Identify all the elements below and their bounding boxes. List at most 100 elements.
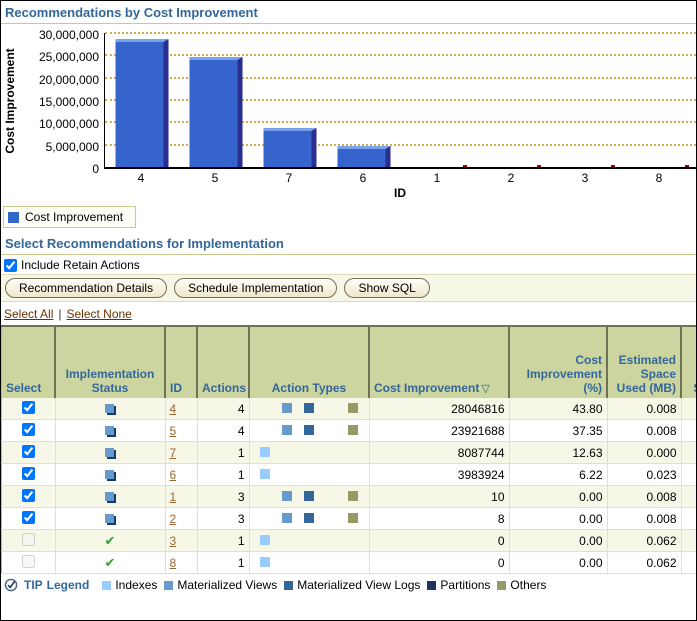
x-axis-ticks: 45761238 [104,169,696,186]
page-title: Recommendations by Cost Improvement [1,1,696,22]
cost-improvement-cell: 3983924 [369,464,509,486]
action-types-cell [249,398,369,420]
action-type-slot [276,534,298,548]
implementation-status-cell [55,508,165,530]
cost-improvement-chart: Cost Improvement 05,000,00010,000,00015,… [1,24,696,202]
select-all-link[interactable]: Select All [4,307,53,321]
others-icon [348,491,358,501]
others-swatch-icon [497,581,506,590]
action-type-slot [320,468,342,482]
chart-category-2 [474,33,548,167]
tip-item-materialized-view-logs: Materialized View Logs [284,578,420,592]
implementation-status-cell: ✔ [55,552,165,574]
action-type-slot [254,556,276,570]
action-type-slot [342,556,364,570]
not-implemented-icon [105,492,114,501]
id-cell: 3 [165,530,197,552]
chart-category-1 [401,33,475,167]
row-select-checkbox[interactable] [22,467,35,480]
cost-improvement-cell: 28046816 [369,398,509,420]
x-tick-label: 5 [178,169,252,186]
not-implemented-icon [105,514,114,523]
x-tick-label: 6 [326,169,400,186]
tip-legend-items: IndexesMaterialized ViewsMaterialized Vi… [95,578,546,593]
action-type-slot [320,556,342,570]
recommendation-id-link[interactable]: 6 [170,468,177,482]
x-tick-label: 7 [252,169,326,186]
recommendation-id-link[interactable]: 8 [170,556,177,570]
x-tick-label: 2 [474,169,548,186]
action-types-cell [249,552,369,574]
others-icon [348,425,358,435]
include-retain-checkbox[interactable] [4,259,17,272]
estimated-space-cell: 0.062 [607,552,681,574]
actions-cell: 1 [197,442,249,464]
materialized-view-logs-icon [304,513,314,523]
chart-category-6 [327,33,401,167]
materialized-views-icon [282,403,292,413]
recommendation-id-link[interactable]: 1 [170,490,177,504]
recommendation-details-button[interactable]: Recommendation Details [5,278,167,298]
action-types-cell [249,530,369,552]
action-type-slots [254,556,365,570]
row-select-checkbox [22,555,35,568]
column-header-estimated-space-used-mb-: Estimated Space Used (MB) [607,326,681,398]
bar-id-4 [115,39,168,167]
show-sql-button[interactable]: Show SQL [344,278,429,298]
near-zero-bar-id-1 [463,165,467,167]
indexes-icon [260,535,270,545]
recommendation-id-link[interactable]: 2 [170,512,177,526]
estimated-space-cell: 0.008 [607,420,681,442]
bar-id-5 [189,57,242,167]
cost-improvement-pct-cell: 0.00 [509,508,607,530]
x-tick-label: 8 [622,169,696,186]
materialized-views-icon [282,513,292,523]
row-select-checkbox[interactable] [22,489,35,502]
row-select-checkbox[interactable] [22,511,35,524]
others-icon [348,513,358,523]
table-row: 6139839246.220.0231 [2,464,697,486]
action-type-slots [254,424,365,438]
affected-sql-cell: 2 [681,508,697,530]
tip-check-circle-icon [4,578,18,592]
row-select-checkbox[interactable] [22,445,35,458]
column-header-cost-improvement[interactable]: Cost Improvement▽ [369,326,509,398]
affected-sql-cell: 3 [681,486,697,508]
action-type-slot [342,512,364,526]
recommendation-id-link[interactable]: 7 [170,446,177,460]
others-icon [348,403,358,413]
schedule-implementation-button[interactable]: Schedule Implementation [174,278,337,298]
cost-improvement-pct-cell: 0.00 [509,552,607,574]
action-type-slot [254,512,276,526]
recommendation-id-link[interactable]: 5 [170,424,177,438]
action-type-slot [276,468,298,482]
cost-improvement-cell: 8 [369,508,509,530]
table-row: ✔3100.000.0621 [2,530,697,552]
select-cell [2,486,56,508]
select-cell [2,464,56,486]
action-type-slots [254,446,365,460]
implementation-status-cell [55,398,165,420]
column-header-implementation-status: Implementation Status [55,326,165,398]
materialized-view-logs-icon [304,403,314,413]
id-cell: 2 [165,508,197,530]
cost-improvement-pct-cell: 0.00 [509,530,607,552]
action-type-slot [320,490,342,504]
column-header-affected-sql-statements: Affected SQL Statements [681,326,697,398]
indexes-icon [260,557,270,567]
tip-label: TIP [24,578,43,592]
x-axis-title: ID [104,186,696,202]
action-type-slots [254,402,365,416]
row-select-checkbox[interactable] [22,423,35,436]
table-row: ✔8100.000.0621 [2,552,697,574]
affected-sql-cell: 1 [681,398,697,420]
cost-improvement-pct-cell: 6.22 [509,464,607,486]
row-select-checkbox[interactable] [22,401,35,414]
y-tick-label: 0 [92,162,99,176]
recommendation-id-link[interactable]: 3 [170,534,177,548]
recommendation-id-link[interactable]: 4 [170,402,177,416]
tip-item-label: Partitions [440,578,490,592]
estimated-space-cell: 0.062 [607,530,681,552]
tip-item-label: Materialized View Logs [297,578,420,592]
select-none-link[interactable]: Select None [66,307,131,321]
